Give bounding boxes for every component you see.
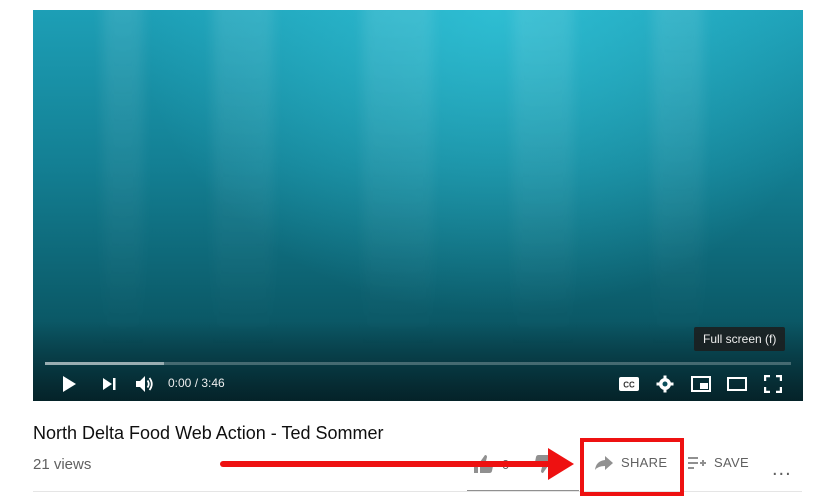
save-label: SAVE: [714, 455, 749, 470]
fullscreen-icon: [764, 375, 782, 393]
light-ray: [103, 10, 143, 350]
add-to-playlist-icon: [688, 456, 706, 469]
light-ray: [513, 10, 573, 350]
more-actions-button[interactable]: ...: [772, 458, 792, 481]
progress-loaded: [45, 362, 165, 365]
miniplayer-icon: [691, 376, 711, 392]
settings-icon: [656, 375, 674, 393]
captions-button[interactable]: CC: [617, 372, 641, 396]
light-ray: [213, 10, 273, 350]
view-count: 21 views: [33, 456, 92, 473]
next-button[interactable]: [97, 372, 121, 396]
video-title: North Delta Food Web Action - Ted Sommer: [33, 423, 384, 443]
annotation-highlight-box: [580, 438, 684, 496]
time-display: 0:00 / 3:46: [168, 376, 225, 390]
theater-mode-button[interactable]: [725, 372, 749, 396]
volume-button[interactable]: [133, 372, 157, 396]
progress-bar[interactable]: [45, 362, 791, 365]
settings-button[interactable]: [653, 372, 677, 396]
annotation-arrow-shaft: [220, 461, 560, 467]
next-icon: [103, 378, 116, 390]
theater-icon: [727, 377, 747, 391]
annotation-arrow-head: [548, 448, 574, 480]
save-button[interactable]: SAVE: [688, 455, 749, 470]
video-player[interactable]: Full screen (f) 0:00 / 3:46 CC: [33, 10, 803, 401]
fullscreen-tooltip: Full screen (f): [694, 327, 786, 351]
volume-icon: [136, 376, 153, 392]
miniplayer-button[interactable]: [689, 372, 713, 396]
captions-icon: CC: [619, 377, 639, 391]
play-icon: [63, 376, 76, 392]
play-button[interactable]: [57, 372, 81, 396]
svg-text:CC: CC: [623, 381, 635, 390]
divider: [33, 491, 802, 492]
fullscreen-button[interactable]: [761, 372, 785, 396]
light-ray: [363, 10, 433, 350]
light-ray: [653, 10, 703, 350]
